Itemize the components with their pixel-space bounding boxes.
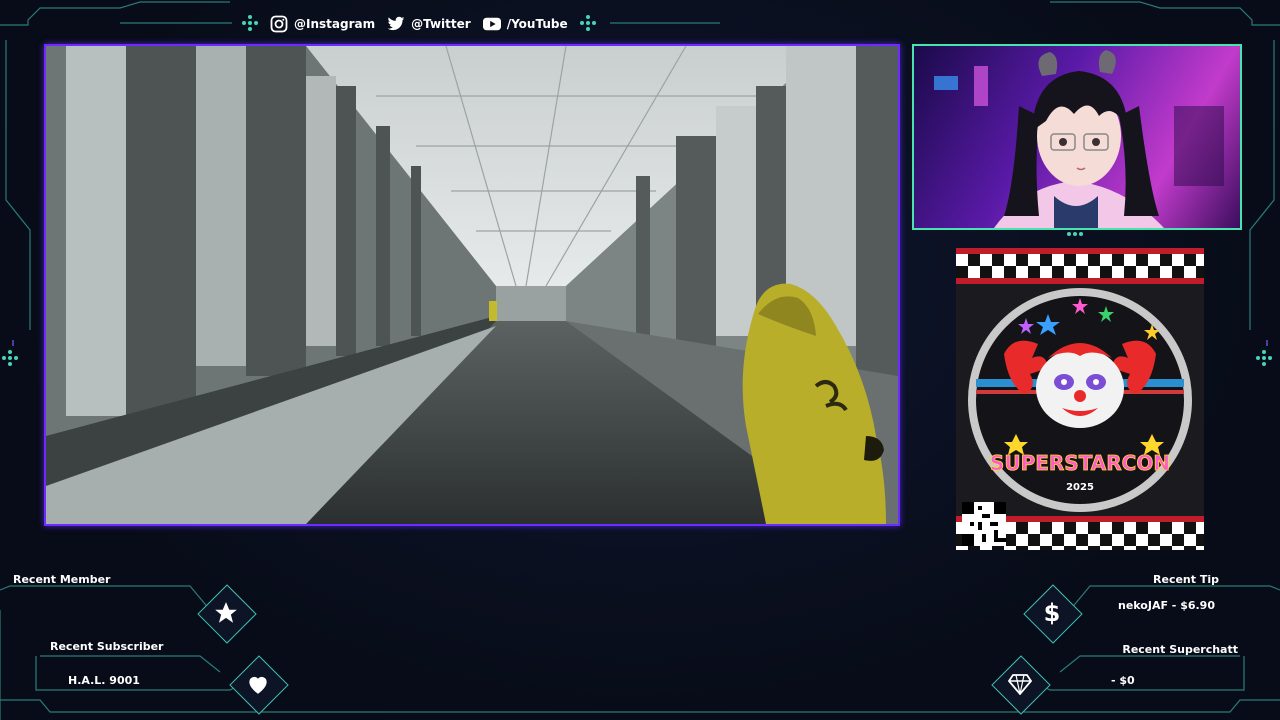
webcam-panel [912,44,1242,230]
heart-icon [238,664,278,704]
gem-icon [1000,664,1040,704]
superstarcon-ad: SUPERSTARCON 2025 [956,248,1204,550]
youtube-icon [482,15,501,33]
recent-subscriber-label: Recent Subscriber [50,640,164,653]
qr-code[interactable] [962,502,1006,546]
youtube-link[interactable]: /YouTube [482,15,568,33]
ad-year: 2025 [1066,482,1094,493]
game-capture-panel [44,44,900,526]
recent-tip-value: nekoJAF - $6.90 [1117,599,1215,612]
youtube-handle: /YouTube [506,17,568,31]
twitter-icon [387,15,405,33]
instagram-handle: @Instagram [294,17,376,31]
superstarcon-badge: SUPERSTARCON 2025 [968,288,1192,512]
star-icon [206,593,246,633]
recent-superchat-label: Recent Superchatt [1122,643,1238,656]
recent-superchat-value: - $0 [1111,674,1135,687]
vtuber-avatar [934,50,1224,228]
game-scene [46,46,898,524]
instagram-icon [270,15,288,33]
dollar-icon: $ [1043,599,1061,627]
instagram-link[interactable]: @Instagram [270,15,375,33]
ad-title: SUPERSTARCON [990,451,1170,475]
twitter-link[interactable]: @Twitter [387,15,471,33]
twitter-handle: @Twitter [411,17,471,31]
recent-tip-label: Recent Tip [1153,573,1219,586]
recent-subscriber-value: H.A.L. 9001 [68,674,140,687]
recent-member-label: Recent Member [13,573,111,586]
social-links-bar: @Instagram @Twitter /YouTube [270,12,568,36]
